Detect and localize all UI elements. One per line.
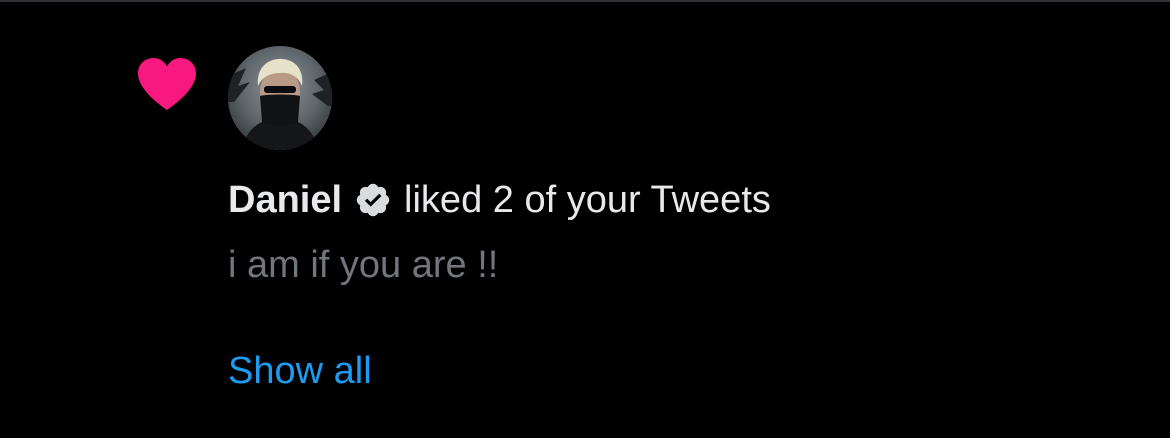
user-name[interactable]: Daniel	[228, 179, 342, 222]
notification-headline: Daniel liked 2 of your Tweets	[228, 178, 771, 222]
notification-action-text: liked 2 of your Tweets	[404, 178, 771, 221]
heart-icon	[136, 56, 198, 112]
tweet-snippet[interactable]: i am if you are !!	[228, 244, 498, 287]
user-avatar[interactable]	[228, 46, 332, 150]
like-notification[interactable]: Daniel liked 2 of your Tweets i am if yo…	[0, 2, 1170, 438]
verified-badge-icon	[354, 181, 392, 219]
show-all-link[interactable]: Show all	[228, 350, 372, 393]
